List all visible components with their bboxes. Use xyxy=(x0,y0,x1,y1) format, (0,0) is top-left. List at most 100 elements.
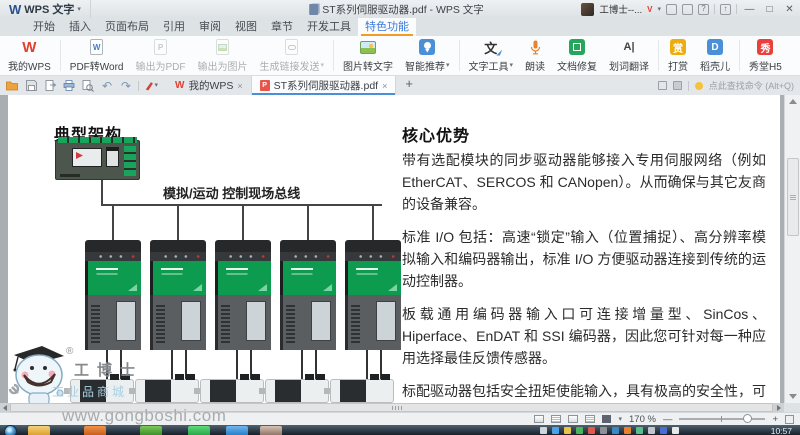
taskbar-app-icon[interactable] xyxy=(188,426,210,435)
fit-page-icon[interactable] xyxy=(534,415,544,423)
export-image-button[interactable]: 输出为图片 xyxy=(192,36,254,75)
new-tab-button[interactable]: + xyxy=(396,76,422,95)
reward-button[interactable]: 赏 打赏 xyxy=(662,36,694,75)
tab-my-wps[interactable]: W 我的WPS × xyxy=(167,76,252,95)
scroll-up-button[interactable] xyxy=(785,95,800,107)
print-icon[interactable] xyxy=(62,79,76,93)
doc-repair-button[interactable]: 文档修复 xyxy=(551,36,603,75)
tab-pdf-document[interactable]: P ST系列伺服驱动器.pdf × xyxy=(252,76,397,95)
tab-special-features[interactable]: 特色功能 xyxy=(358,18,416,36)
find-command-hint[interactable]: 点此查找命令 (Alt+Q) xyxy=(709,79,794,92)
taskbar-photo-icon[interactable] xyxy=(260,426,282,435)
tab-review[interactable]: 审阅 xyxy=(192,18,228,36)
lightbulb-icon xyxy=(695,82,703,90)
undo-icon[interactable]: ↶ xyxy=(100,79,114,93)
redo-icon[interactable]: ↷ xyxy=(119,79,133,93)
avatar[interactable] xyxy=(581,3,594,16)
xiutang-h5-button[interactable]: 秀 秀堂H5 xyxy=(743,36,788,75)
taskbar-app-icon[interactable] xyxy=(226,426,248,435)
vertical-scrollbar[interactable] xyxy=(784,95,800,403)
pdf-to-word-button[interactable]: W PDF转Word xyxy=(64,36,130,75)
scroll-left-button[interactable] xyxy=(0,403,10,412)
tray-icon[interactable] xyxy=(540,427,547,434)
taskbar-app-icon[interactable] xyxy=(140,426,162,435)
taskbar-clock[interactable]: 10:57 xyxy=(771,426,792,435)
continuous-view-icon[interactable] xyxy=(585,415,595,423)
controller-module xyxy=(106,147,119,167)
skin-icon[interactable] xyxy=(666,4,677,15)
two-page-view-icon[interactable] xyxy=(568,415,578,423)
tray-icon[interactable] xyxy=(624,427,631,434)
export-image-icon xyxy=(216,39,229,56)
zoom-out-button[interactable]: — xyxy=(663,414,673,425)
tray-icon[interactable] xyxy=(588,427,595,434)
zoom-in-button[interactable]: + xyxy=(772,414,778,425)
tab-developer[interactable]: 开发工具 xyxy=(300,18,358,36)
tray-icon[interactable] xyxy=(660,427,667,434)
fullscreen-icon[interactable] xyxy=(785,415,794,424)
chevron-down-icon: ▾ xyxy=(510,61,514,69)
save-icon[interactable] xyxy=(24,79,38,93)
taskbar-app-icon[interactable] xyxy=(84,426,106,435)
single-page-view-icon[interactable] xyxy=(551,415,561,423)
tray-icon[interactable] xyxy=(576,427,583,434)
taskbar-folder-icon[interactable] xyxy=(28,426,50,435)
tray-icon[interactable] xyxy=(648,427,655,434)
tray-icon[interactable] xyxy=(612,427,619,434)
tray-icon[interactable] xyxy=(636,427,643,434)
zoom-slider[interactable] xyxy=(679,418,765,420)
translate-button[interactable]: A| 划词翻译 xyxy=(603,36,655,75)
brand-watermark: 工博士 xyxy=(74,359,143,380)
read-aloud-button[interactable]: 朗读 xyxy=(519,36,551,75)
controller-display xyxy=(72,148,102,167)
text-tool-button[interactable]: 文 文字工具▾ xyxy=(463,36,520,75)
doc-repair-icon xyxy=(569,39,585,56)
my-wps-button[interactable]: W 我的WPS xyxy=(2,36,57,75)
tray-icon[interactable] xyxy=(552,427,559,434)
page-background-icon[interactable] xyxy=(602,415,611,423)
close-button[interactable]: ✕ xyxy=(782,2,797,16)
chevron-down-icon[interactable]: ▾ xyxy=(657,5,661,13)
format-brush-icon[interactable]: ▾ xyxy=(144,79,158,93)
scroll-right-button[interactable] xyxy=(774,403,784,412)
tray-icon[interactable] xyxy=(564,427,571,434)
chevron-down-icon: ▾ xyxy=(77,5,81,13)
tray-icon[interactable] xyxy=(672,427,679,434)
share-link-button[interactable]: 生成链接发送▾ xyxy=(254,36,331,75)
vertical-scroll-thumb[interactable] xyxy=(787,158,799,236)
export-icon[interactable] xyxy=(43,79,57,93)
user-name[interactable]: 工博士--... xyxy=(599,2,642,16)
docer-button[interactable]: D 稻壳儿 xyxy=(694,36,736,75)
scroll-down-button[interactable] xyxy=(785,391,800,403)
minimize-button[interactable]: — xyxy=(742,2,757,16)
zoom-slider-knob[interactable] xyxy=(743,414,752,423)
doc-mode-icon[interactable] xyxy=(658,81,667,90)
tray-icon[interactable] xyxy=(600,427,607,434)
paragraph: 标配驱动器包括安全扭矩使能输入，具有极高的安全性，可有效封锁驱动器的输出级，这可… xyxy=(402,380,766,403)
maximize-button[interactable]: □ xyxy=(762,2,777,16)
image-to-text-button[interactable]: 图片转文字 xyxy=(337,36,399,75)
print-preview-icon[interactable] xyxy=(81,79,95,93)
wps-app-button[interactable]: W WPS 文字 ▾ xyxy=(0,0,91,18)
tab-section[interactable]: 章节 xyxy=(264,18,300,36)
smart-recommend-button[interactable]: 智能推荐▾ xyxy=(399,36,456,75)
tab-home[interactable]: 开始 xyxy=(26,18,62,36)
close-tab-icon[interactable]: × xyxy=(237,81,242,91)
help-icon[interactable]: ? xyxy=(698,4,709,15)
export-pdf-button[interactable]: P 输出为PDF xyxy=(130,36,192,75)
tab-page-layout[interactable]: 页面布局 xyxy=(98,18,156,36)
start-button[interactable] xyxy=(4,425,17,435)
ribbon-collapse-icon[interactable]: ↑ xyxy=(720,4,731,15)
store-icon[interactable] xyxy=(682,4,693,15)
chevron-down-icon[interactable]: ▾ xyxy=(618,415,622,423)
tab-view[interactable]: 视图 xyxy=(228,18,264,36)
tab-references[interactable]: 引用 xyxy=(156,18,192,36)
open-folder-icon[interactable] xyxy=(5,79,19,93)
site-watermark: www.gongboshi.com xyxy=(62,406,226,426)
layout-mode-icon[interactable] xyxy=(673,81,682,90)
close-tab-icon[interactable]: × xyxy=(382,81,387,91)
bus-drop-line xyxy=(307,206,309,240)
servo-motor xyxy=(200,379,264,403)
bus-riser-line xyxy=(101,180,103,204)
tab-insert[interactable]: 插入 xyxy=(62,18,98,36)
